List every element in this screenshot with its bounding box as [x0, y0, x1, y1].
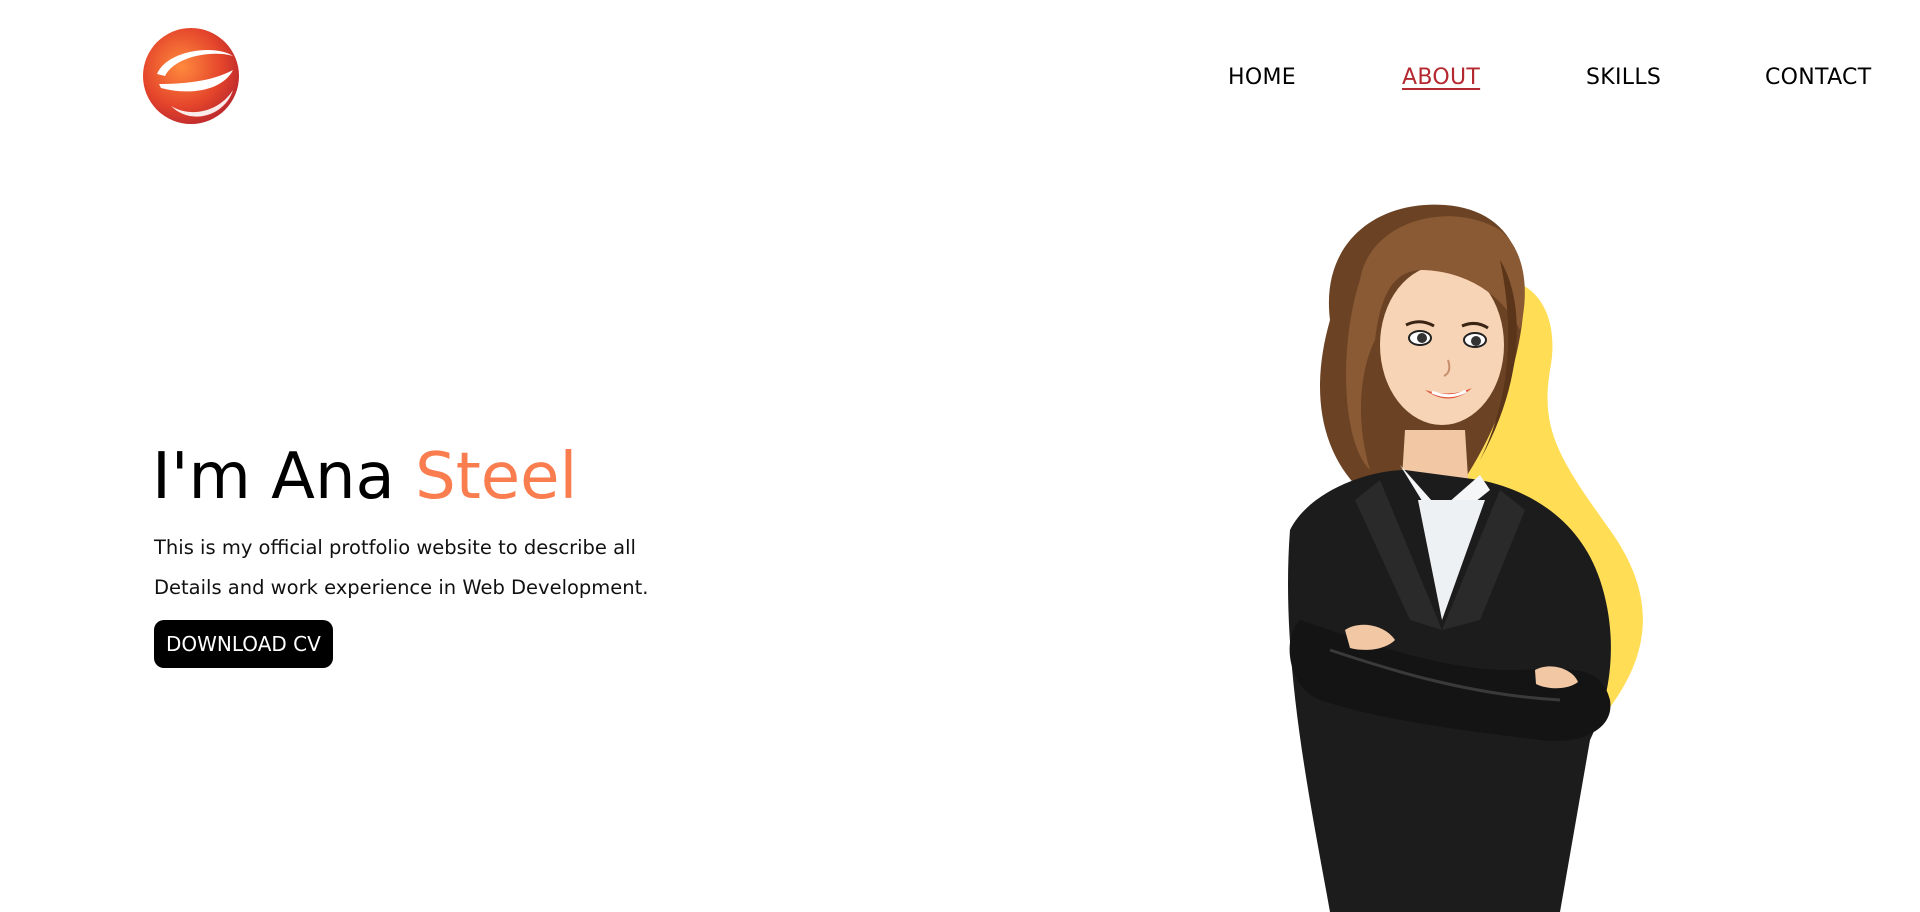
hero-description-line-1: This is my official protfolio website to…: [154, 536, 636, 559]
main-nav: HOME ABOUT SKILLS CONTACT: [0, 62, 1920, 94]
hero-title-accent: Steel: [415, 440, 578, 514]
businesswoman-illustration: [1288, 204, 1643, 912]
hero-title-name: I'm Ana: [152, 440, 416, 514]
nav-skills-link[interactable]: SKILLS: [1586, 62, 1661, 94]
nav-about-link[interactable]: ABOUT: [1402, 62, 1480, 94]
nav-contact-link[interactable]: CONTACT: [1765, 62, 1871, 94]
hero-description: This is my official protfolio website to…: [154, 528, 714, 608]
hero-title: I'm Ana Steel: [152, 437, 577, 517]
nav-home-link[interactable]: HOME: [1228, 62, 1296, 94]
page: HOME ABOUT SKILLS CONTACT I'm Ana Steel …: [0, 0, 1920, 912]
hero-description-line-2: Details and work experience in Web Devel…: [154, 576, 649, 599]
download-cv-button[interactable]: DOWNLOAD CV: [154, 620, 333, 668]
